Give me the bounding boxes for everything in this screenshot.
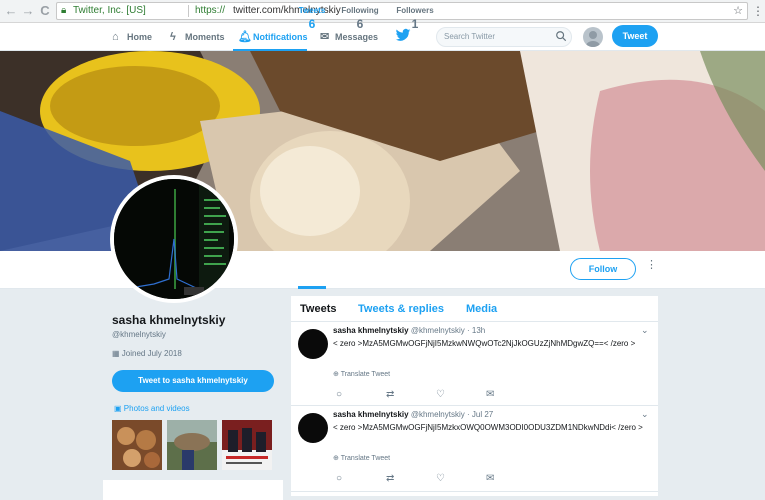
tweet-author-handle[interactable]: @khmelnytskiy (411, 410, 465, 419)
tweet-avatar[interactable] (298, 329, 328, 359)
bell-icon: 🔔︎ (238, 31, 252, 43)
tweet-author-handle[interactable]: @khmelnytskiy (411, 326, 465, 335)
profile-name[interactable]: sasha khmelnytskiy (112, 313, 225, 327)
calendar-icon: ▦ (112, 349, 122, 358)
lock-icon: 🔒︎ (61, 5, 67, 16)
back-icon[interactable]: ← (4, 4, 18, 18)
reply-icon[interactable]: ○ (336, 473, 342, 484)
globe-icon: ⊕ (333, 371, 341, 378)
globe-icon: ⊕ (333, 455, 341, 462)
chevron-down-icon[interactable]: ⌄ (641, 325, 649, 336)
direct-message-icon[interactable]: ✉ (486, 473, 494, 484)
timeline-tabs: Tweets Tweets & replies Media (291, 296, 658, 322)
photos-label: Photos and videos (123, 404, 190, 413)
retweet-icon[interactable]: ⇄ (386, 389, 394, 400)
reload-icon[interactable]: C (38, 4, 52, 18)
browser-toolbar: ← → C 🔒︎ Twitter, Inc. [US] https:// twi… (0, 0, 765, 23)
tweet-text: < zero >MzA5MGMwOGFjNjI5MzkxOWQ0OWM3ODI0… (333, 423, 643, 432)
tweet-time[interactable]: Jul 27 (472, 410, 493, 419)
more-options-icon[interactable]: ⋮ (646, 260, 657, 271)
tweet-dot: · (467, 326, 470, 335)
nav-home[interactable]: ⌂ Home (112, 23, 152, 51)
image-icon: ▣ (114, 404, 124, 413)
tab-tweets[interactable]: Tweets (300, 296, 336, 322)
search-input[interactable]: Search Twitter (436, 27, 572, 47)
nav-moments[interactable]: ϟ Moments (170, 23, 225, 51)
side-card (103, 480, 283, 500)
profile-handle[interactable]: @khmelnytskiy (112, 330, 166, 339)
profile-joined: ▦ Joined July 2018 (112, 349, 182, 358)
direct-message-icon[interactable]: ✉ (486, 389, 494, 400)
divider (188, 5, 189, 17)
tab-media[interactable]: Media (466, 296, 497, 322)
stat-value: 6 (356, 17, 364, 31)
url-protocol: https:// (195, 5, 226, 16)
retweet-icon[interactable]: ⇄ (386, 473, 394, 484)
joined-text: Joined July 2018 (121, 349, 182, 358)
forward-icon[interactable]: → (21, 4, 35, 18)
photos-and-videos-link[interactable]: ▣ Photos and videos (114, 404, 190, 413)
translate-link[interactable]: ⊕ Translate Tweet (333, 370, 390, 378)
search-icon[interactable] (555, 29, 567, 43)
lightning-icon: ϟ (170, 31, 176, 43)
nav-moments-label: Moments (185, 32, 225, 42)
like-icon[interactable]: ♡ (436, 389, 445, 400)
nav-messages-label: Messages (335, 32, 379, 42)
stat-label: Following (341, 6, 379, 15)
stat-value: 1 (411, 17, 419, 31)
tweet-text: < zero >MzA5MGMwOGFjNjI5MzkwNWQwOTc2NjJk… (333, 339, 636, 348)
tweet[interactable]: sasha khmelnytskiy @khmelnytskiy · Jul 2… (291, 407, 658, 492)
follow-button[interactable]: Follow (570, 258, 636, 280)
tweet-header: sasha khmelnytskiy @khmelnytskiy · Jul 2… (333, 410, 493, 419)
translate-label: Translate Tweet (340, 371, 391, 378)
secure-label: Twitter, Inc. [US] (73, 5, 146, 16)
tweet-time[interactable]: 13h (472, 326, 485, 335)
stat-following[interactable]: Following 6 (340, 6, 380, 31)
home-icon: ⌂ (112, 31, 119, 43)
nav-home-label: Home (127, 32, 153, 42)
media-thumbnail[interactable] (167, 420, 217, 470)
stat-label: Tweets (298, 6, 326, 15)
bookmark-star-icon[interactable]: ☆ (733, 3, 743, 19)
tweet-author-name[interactable]: sasha khmelnytskiy (333, 326, 409, 335)
tweet-avatar[interactable] (298, 413, 328, 443)
translate-link[interactable]: ⊕ Translate Tweet (333, 454, 390, 462)
tweet-dot: · (467, 410, 470, 419)
tweet-author-name[interactable]: sasha khmelnytskiy (333, 410, 409, 419)
stat-followers[interactable]: Followers 1 (395, 6, 435, 31)
profile-avatar[interactable] (110, 175, 238, 303)
stat-tweets[interactable]: Tweets 6 (298, 6, 326, 31)
media-thumbnail[interactable] (112, 420, 162, 470)
tweet-button[interactable]: Tweet (612, 25, 658, 47)
browser-menu-icon[interactable]: ⋮ (752, 4, 764, 18)
tab-tweets-replies[interactable]: Tweets & replies (358, 296, 444, 322)
like-icon[interactable]: ♡ (436, 473, 445, 484)
stat-label: Followers (396, 6, 434, 15)
tweet-to-button[interactable]: Tweet to sasha khmelnytskiy (112, 370, 274, 392)
tweet[interactable]: sasha khmelnytskiy @khmelnytskiy · 13h ⌄… (291, 323, 658, 406)
chevron-down-icon[interactable]: ⌄ (641, 409, 649, 420)
translate-label: Translate Tweet (340, 455, 391, 462)
user-avatar[interactable] (583, 27, 603, 47)
nav-notifications-label: Notifications (253, 32, 308, 42)
tweet-header: sasha khmelnytskiy @khmelnytskiy · 13h (333, 326, 485, 335)
stat-value: 6 (308, 17, 316, 31)
media-thumbnail[interactable] (222, 420, 272, 470)
reply-icon[interactable]: ○ (336, 389, 342, 400)
active-stat-indicator (298, 286, 326, 289)
